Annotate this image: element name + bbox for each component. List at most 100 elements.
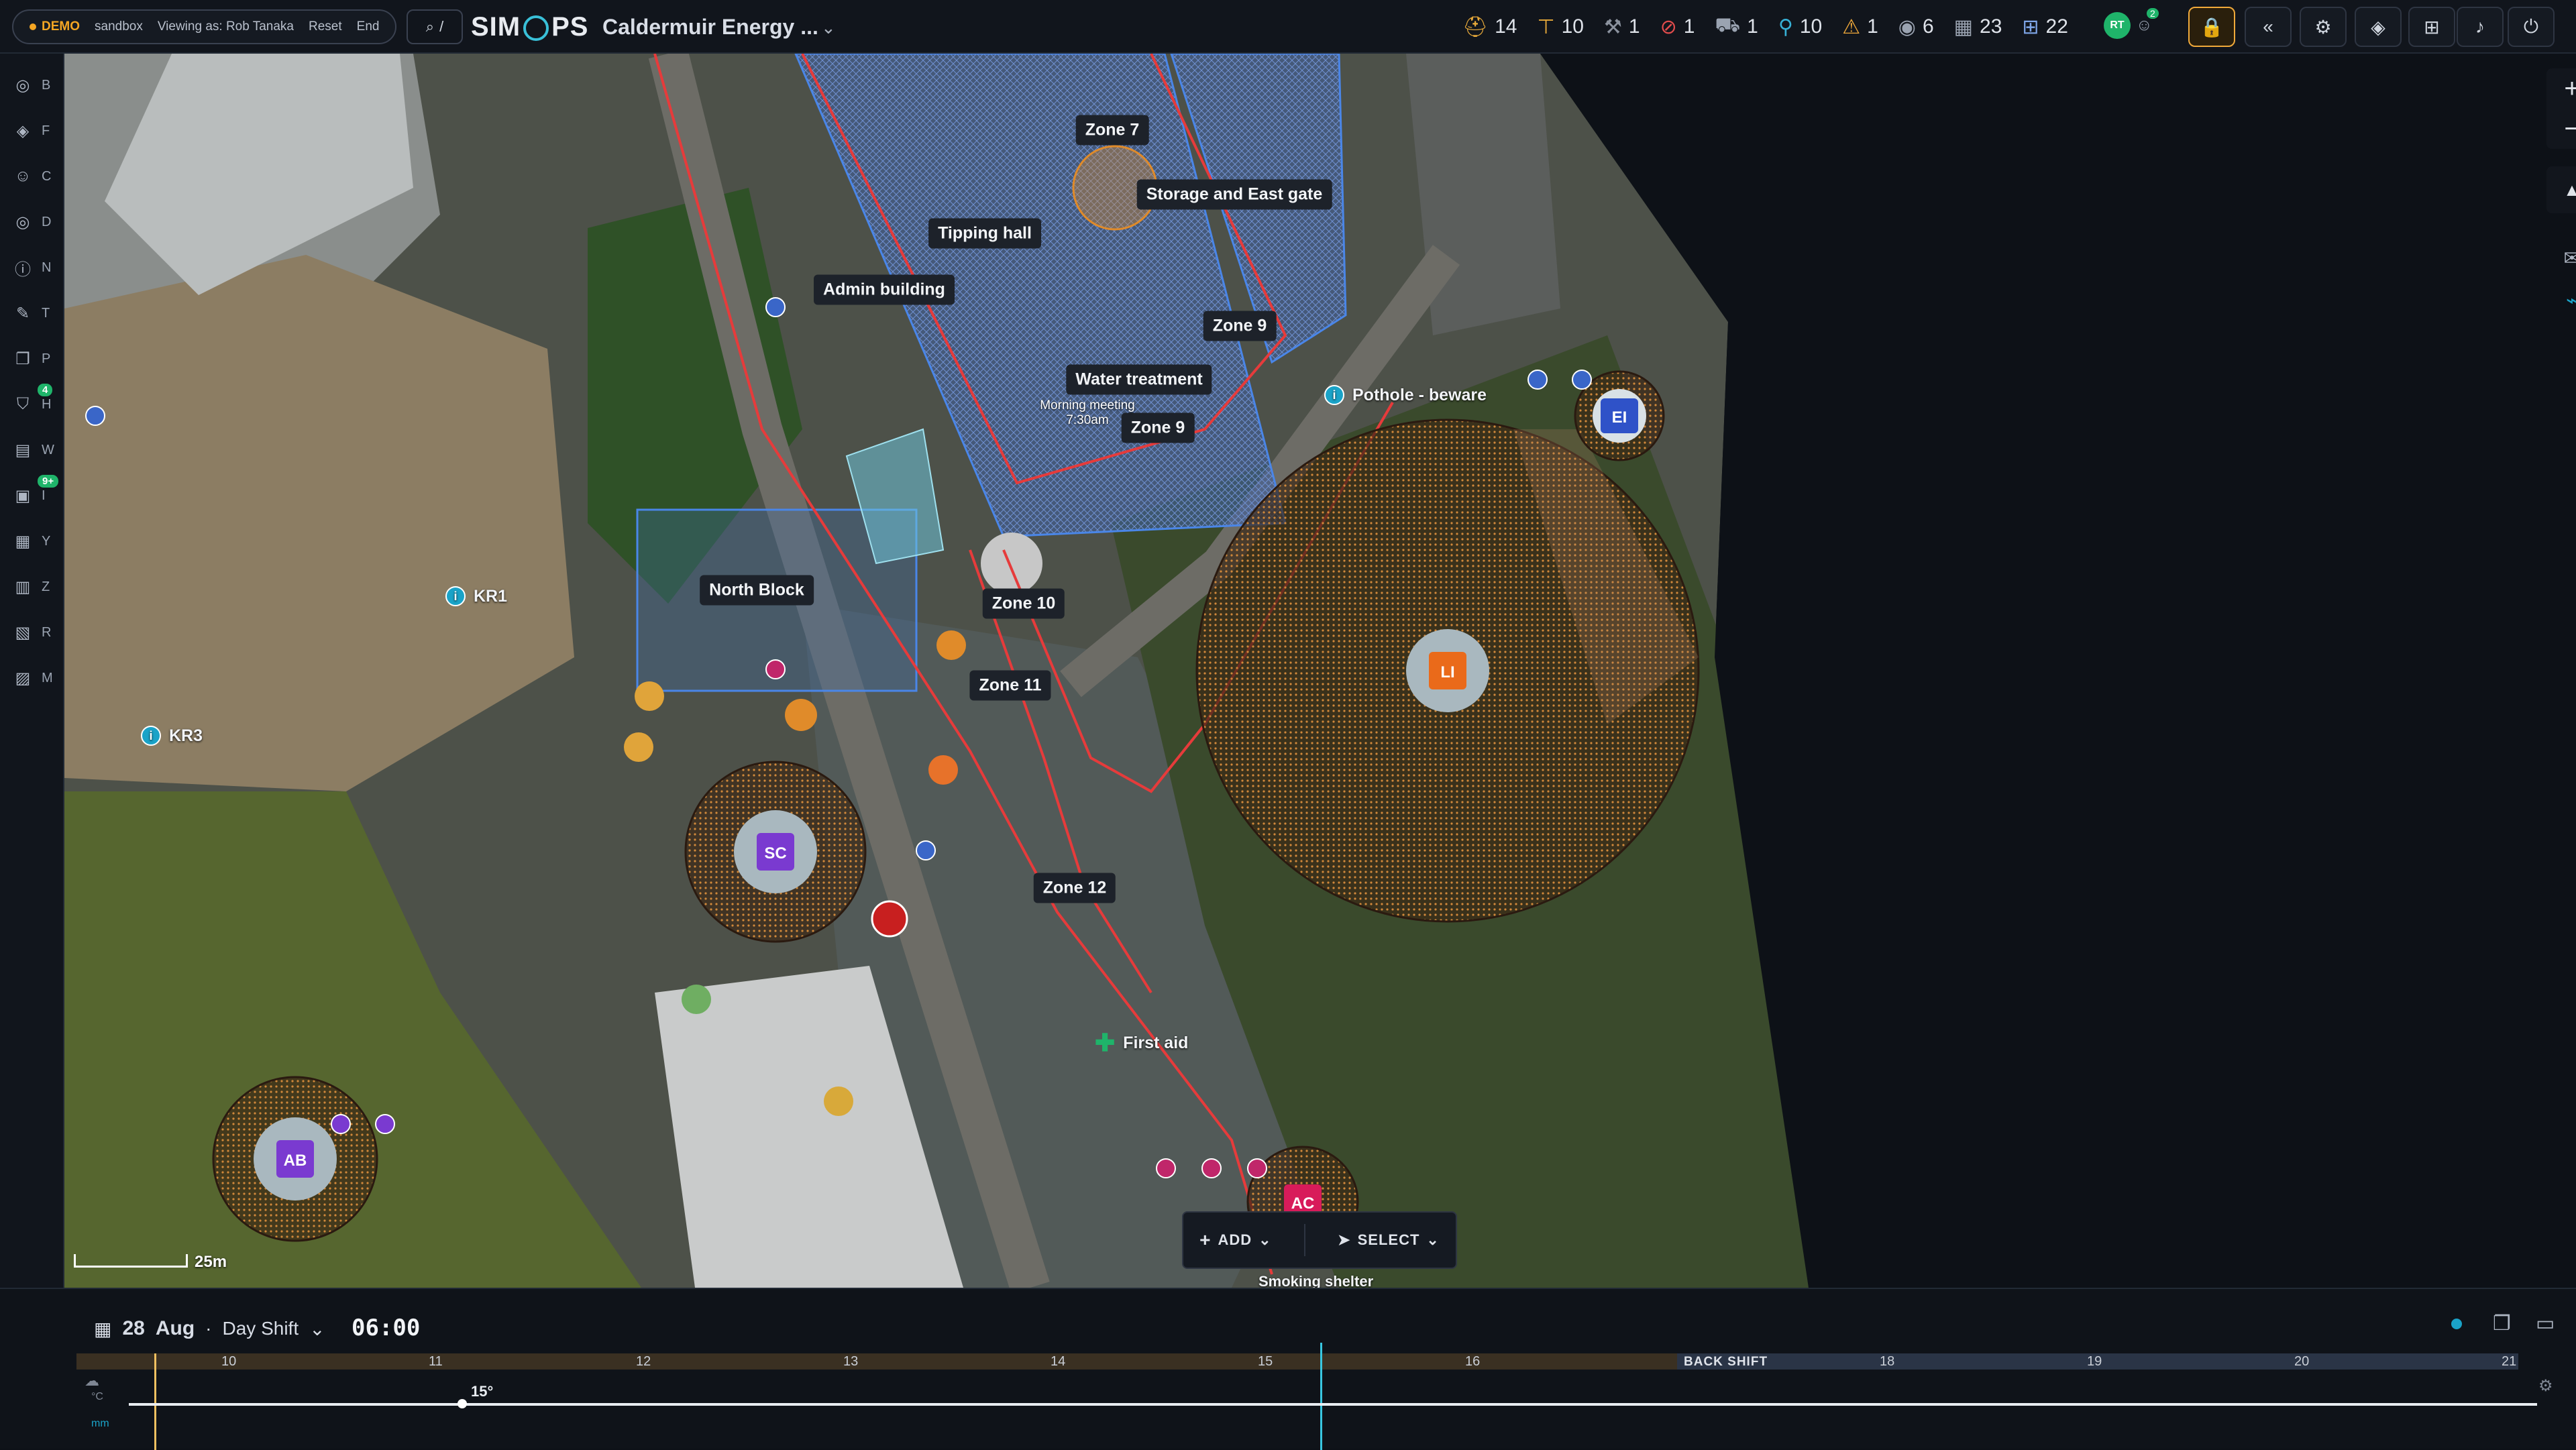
person-marker[interactable]	[916, 840, 936, 860]
zone-label[interactable]: Admin building	[814, 274, 955, 305]
hour-tick: 19	[2087, 1353, 2102, 1369]
reset-button[interactable]: Reset	[309, 19, 342, 34]
zone-label[interactable]: Zone 12	[1033, 873, 1116, 903]
power-button[interactable]: ⏻	[2508, 7, 2555, 47]
notifications-button[interactable]: ♪	[2457, 7, 2504, 47]
tag-icon[interactable]: ⌁	[2566, 289, 2576, 313]
apps-button[interactable]: ⊞	[2408, 7, 2455, 47]
map-pin-first-aid[interactable]: ✚ First aid	[1095, 1029, 1188, 1057]
avatar[interactable]: RT	[2104, 12, 2131, 39]
counter-excavator[interactable]: ⚒ 1	[1604, 15, 1640, 39]
equipment-marker[interactable]	[824, 1086, 853, 1116]
project-name[interactable]: Caldermuir Energy ...	[602, 9, 818, 44]
sidebar-item-c[interactable]: ☺ C	[0, 160, 64, 193]
zoom-controls: + −	[2546, 68, 2576, 149]
date-selector[interactable]: ▦ 28 Aug · Day Shift ⌄	[94, 1317, 325, 1340]
counter-grid[interactable]: ⊞ 22	[2022, 15, 2068, 39]
zone-label[interactable]: Storage and East gate	[1136, 179, 1332, 210]
person-marker[interactable]	[1527, 370, 1548, 390]
equipment-marker[interactable]	[936, 630, 966, 660]
counter-truck[interactable]: ⛟ 1	[1715, 14, 1758, 40]
counter-no-entry[interactable]: ⊘ 1	[1660, 15, 1695, 39]
counter-warning[interactable]: ⚠ 1	[1842, 15, 1878, 39]
site-map[interactable]: EI LI SC AB AC Zone 7 Storage and East g…	[64, 54, 2576, 1288]
map-pin-pothole[interactable]: i Pothole - beware	[1324, 385, 1487, 405]
sidebar-item-letter: N	[42, 260, 52, 275]
select-button[interactable]: ➤ SELECT ⌄	[1338, 1231, 1440, 1249]
current-time-marker[interactable]	[1320, 1343, 1322, 1450]
sidebar-item-p[interactable]: ❐ P	[0, 342, 64, 376]
crane-badge-ei[interactable]: EI	[1593, 389, 1646, 443]
sidebar-item-n[interactable]: ⓘ N	[0, 251, 64, 284]
sidebar-item-d[interactable]: ◎ D	[0, 205, 64, 239]
zone-label[interactable]: Zone 7	[1075, 115, 1149, 146]
crane-badge-li[interactable]: LI	[1406, 629, 1489, 712]
rewind-button[interactable]: «	[2245, 7, 2292, 47]
equipment-marker[interactable]	[635, 681, 664, 711]
map-pin-kr3[interactable]: i KR3	[141, 726, 203, 746]
zone-label[interactable]: Water treatment	[1066, 364, 1212, 395]
compass-button[interactable]: ▲	[2546, 166, 2576, 213]
sidebar-item-t[interactable]: ✎ T	[0, 296, 64, 330]
map-annotation[interactable]: Morning meeting 7:30am	[1037, 398, 1138, 428]
crane-badge-sc[interactable]: SC	[734, 810, 817, 893]
zone-label[interactable]: Zone 9	[1203, 311, 1277, 341]
person-marker[interactable]	[1201, 1158, 1222, 1178]
search-button[interactable]: ⌕ /	[407, 9, 463, 44]
add-button[interactable]: + ADD ⌄	[1199, 1229, 1271, 1251]
person-marker[interactable]	[1572, 370, 1592, 390]
sidebar-item-f[interactable]: ◈ F	[0, 114, 64, 148]
zone-label[interactable]: Tipping hall	[928, 218, 1041, 249]
zone-label[interactable]: Zone 10	[982, 588, 1065, 619]
shield-icon: ⛉	[17, 395, 29, 413]
sidebar-item-m[interactable]: ▨ M	[0, 661, 64, 695]
person-marker[interactable]	[85, 406, 105, 426]
person-marker[interactable]	[331, 1114, 351, 1134]
counter-eye[interactable]: ◉ 6	[1898, 15, 1934, 39]
gear-icon[interactable]: ⚙	[2538, 1376, 2553, 1396]
counter-building[interactable]: ▦ 23	[1954, 15, 2002, 39]
settings-button[interactable]: ⚙	[2300, 7, 2347, 47]
zone-label[interactable]: North Block	[700, 575, 814, 606]
equipment-marker[interactable]	[682, 985, 711, 1014]
person-marker[interactable]	[765, 297, 786, 317]
sidebar-item-z[interactable]: ▥ Z	[0, 570, 64, 604]
globe-icon: ◎	[15, 76, 30, 95]
chart-icon[interactable]: ▭	[2536, 1312, 2555, 1335]
equipment-marker[interactable]	[624, 732, 653, 762]
counter-crane[interactable]: ⊤ 10	[1537, 15, 1584, 39]
sidebar-item-w[interactable]: ▤ W	[0, 433, 64, 467]
sidebar-item-letter: M	[42, 670, 53, 685]
comment-icon[interactable]: ✉	[2563, 247, 2576, 270]
person-marker[interactable]	[375, 1114, 395, 1134]
sidebar-item-y[interactable]: ▦ Y	[0, 524, 64, 558]
equipment-marker[interactable]	[928, 755, 958, 785]
person-marker[interactable]	[1156, 1158, 1176, 1178]
target-icon: ◎	[15, 213, 30, 231]
layers-button[interactable]: ◈	[2355, 7, 2402, 47]
users-icon[interactable]: ☺ 2	[2136, 8, 2159, 35]
sidebar-item-h[interactable]: ⛉ H 4	[0, 384, 64, 421]
user-area[interactable]: RT ☺ 2	[2104, 8, 2159, 39]
counter-hard-hat[interactable]: ⛑ 14	[1462, 15, 1517, 39]
zoom-out-button[interactable]: −	[2546, 109, 2576, 149]
counter-location-pin[interactable]: ⚲ 10	[1778, 15, 1822, 39]
end-button[interactable]: End	[357, 19, 380, 34]
current-time[interactable]: 06:00	[352, 1315, 420, 1341]
copy-icon[interactable]: ❐	[2493, 1312, 2511, 1335]
map-pin-kr1[interactable]: i KR1	[445, 586, 507, 606]
sidebar-item-r[interactable]: ▧ R	[0, 616, 64, 649]
zone-label[interactable]: Zone 11	[969, 670, 1051, 701]
lock-button[interactable]: 🔒	[2188, 7, 2235, 47]
map-pin-smoking-shelter[interactable]: Smoking shelter	[1258, 1273, 1373, 1288]
crane-badge-ab[interactable]: AB	[254, 1117, 337, 1201]
chevron-down-icon[interactable]: ⌄	[821, 17, 836, 38]
person-marker[interactable]	[765, 659, 786, 679]
sidebar-item-i[interactable]: ▣ I 9+	[0, 475, 64, 512]
hazard-marker[interactable]	[871, 900, 908, 938]
zoom-in-button[interactable]: +	[2546, 68, 2576, 109]
equipment-marker[interactable]	[785, 699, 817, 731]
no-entry-icon: ⊘	[1660, 15, 1677, 38]
person-marker[interactable]	[1247, 1158, 1267, 1178]
sidebar-item-b[interactable]: ◎ B	[0, 68, 64, 102]
